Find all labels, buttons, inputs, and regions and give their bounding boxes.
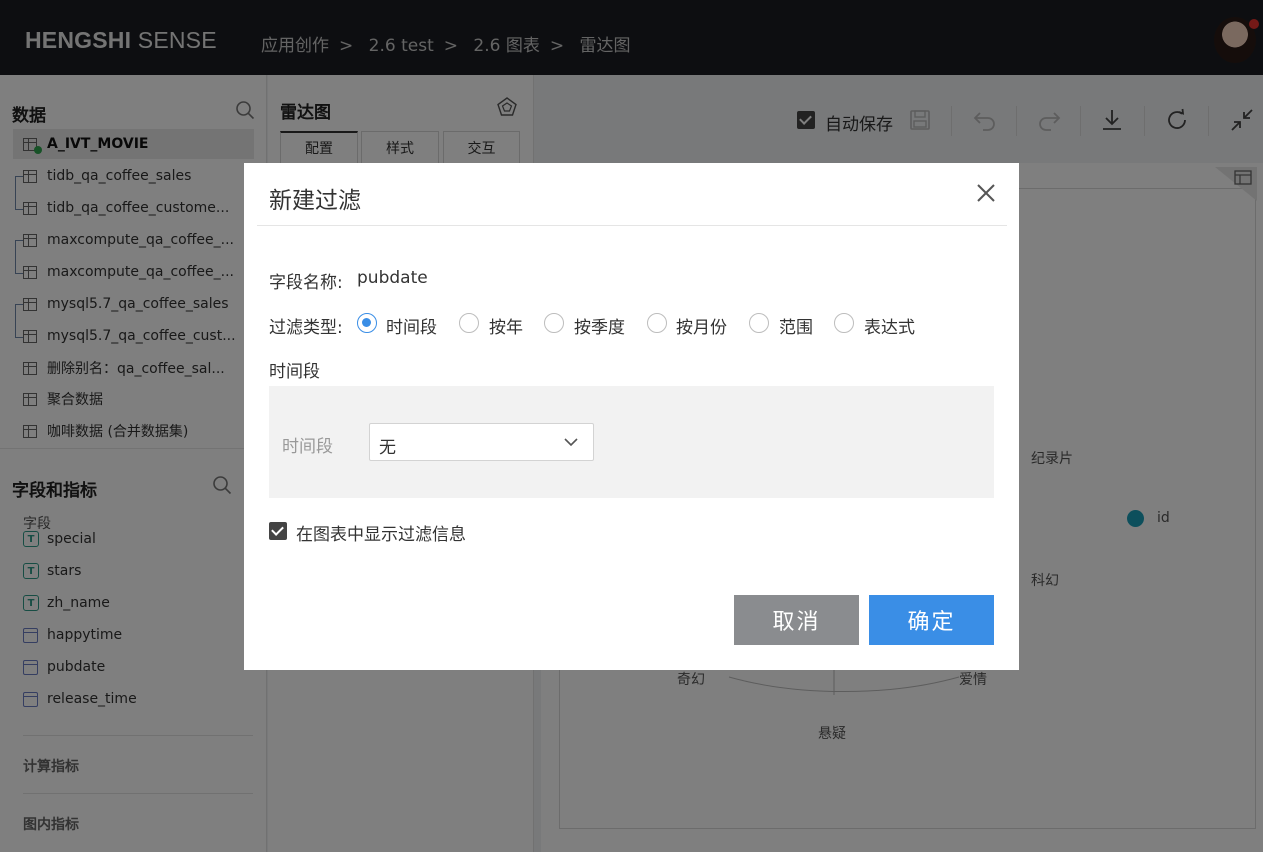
radio-label[interactable]: 按季度 (574, 313, 625, 338)
radio-expression[interactable] (834, 313, 854, 333)
radio-by-year[interactable] (459, 313, 479, 333)
new-filter-dialog: 新建过滤 字段名称: pubdate 过滤类型: 时间段 按年 按季度 按月份 … (244, 163, 1019, 670)
radio-time-range[interactable] (357, 313, 377, 333)
confirm-button[interactable]: 确定 (869, 595, 994, 645)
close-icon[interactable] (975, 182, 997, 204)
section-title: 时间段 (269, 362, 320, 382)
dialog-title: 新建过滤 (269, 188, 361, 214)
field-name-label: 字段名称: (269, 273, 343, 293)
dialog-divider (257, 225, 1007, 226)
radio-label[interactable]: 按年 (489, 313, 523, 338)
chevron-down-icon (564, 438, 578, 447)
radio-range[interactable] (749, 313, 769, 333)
radio-label[interactable]: 表达式 (864, 313, 915, 338)
time-range-label: 时间段 (282, 437, 333, 457)
time-range-panel: 时间段 无 (269, 386, 994, 498)
radio-by-quarter[interactable] (544, 313, 564, 333)
show-filter-info-checkbox[interactable] (269, 522, 287, 540)
show-filter-info-label[interactable]: 在图表中显示过滤信息 (296, 520, 466, 545)
field-name-value: pubdate (357, 268, 428, 288)
cancel-button[interactable]: 取消 (734, 595, 859, 645)
select-value: 无 (379, 438, 396, 458)
radio-label[interactable]: 按月份 (676, 313, 727, 338)
radio-label[interactable]: 时间段 (386, 313, 437, 338)
time-range-select[interactable]: 无 (369, 423, 594, 461)
filter-type-label: 过滤类型: (269, 318, 343, 338)
radio-by-month[interactable] (647, 313, 667, 333)
radio-label[interactable]: 范围 (779, 313, 813, 338)
